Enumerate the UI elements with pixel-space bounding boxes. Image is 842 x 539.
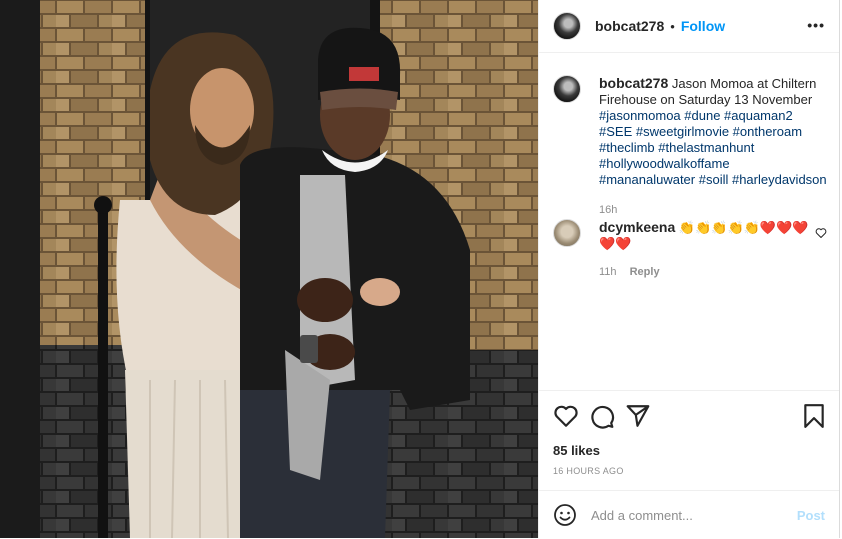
comment-like-icon[interactable]: [815, 227, 827, 239]
commenter-username[interactable]: dcymkeena: [599, 219, 675, 235]
comments-section[interactable]: bobcat278 Jason Momoa at Chiltern Fireho…: [539, 53, 839, 390]
comment-icon[interactable]: [589, 403, 615, 429]
post-header: bobcat278 • Follow •••: [539, 0, 839, 53]
action-icons: [553, 403, 651, 429]
caption-username[interactable]: bobcat278: [599, 75, 668, 91]
post-caption: bobcat278 Jason Momoa at Chiltern Fireho…: [553, 75, 827, 218]
comment-time[interactable]: 11h: [599, 266, 617, 278]
header-separator: •: [670, 18, 675, 34]
commenter-avatar[interactable]: [553, 219, 581, 247]
likes-count[interactable]: 85 likes: [553, 443, 600, 458]
photo-illustration: [0, 0, 538, 538]
reply-button[interactable]: Reply: [630, 266, 660, 278]
caption-hashtags[interactable]: #jasonmomoa #dune #aquaman2 #SEE #sweetg…: [599, 108, 827, 187]
bookmark-icon[interactable]: [801, 403, 827, 429]
post-actions: 85 likes 16 HOURS AGO: [539, 390, 839, 491]
author-avatar[interactable]: [553, 12, 581, 40]
follow-button[interactable]: Follow: [681, 18, 725, 34]
post-side-panel: bobcat278 • Follow ••• bobcat278 Jason M…: [538, 0, 840, 538]
post-comment-button[interactable]: Post: [797, 508, 825, 523]
heart-icon[interactable]: [553, 403, 579, 429]
comment-body: dcymkeena 👏👏👏👏👏❤️❤️❤️❤️❤️ 11h Reply: [599, 219, 809, 280]
comment-input[interactable]: [589, 506, 783, 524]
emoji-icon[interactable]: [553, 503, 577, 527]
post-timestamp[interactable]: 16 HOURS AGO: [553, 466, 624, 476]
comment-meta: 11h Reply: [599, 264, 809, 280]
post-photo[interactable]: [0, 0, 538, 538]
add-comment-bar: Post: [539, 490, 839, 539]
author-username[interactable]: bobcat278: [595, 18, 664, 34]
caption-body: bobcat278 Jason Momoa at Chiltern Fireho…: [599, 75, 827, 218]
share-icon[interactable]: [625, 403, 651, 429]
caption-avatar[interactable]: [553, 75, 581, 103]
comment-item: dcymkeena 👏👏👏👏👏❤️❤️❤️❤️❤️ 11h Reply: [553, 219, 827, 280]
caption-time[interactable]: 16h: [599, 202, 827, 218]
more-icon[interactable]: •••: [807, 18, 825, 32]
